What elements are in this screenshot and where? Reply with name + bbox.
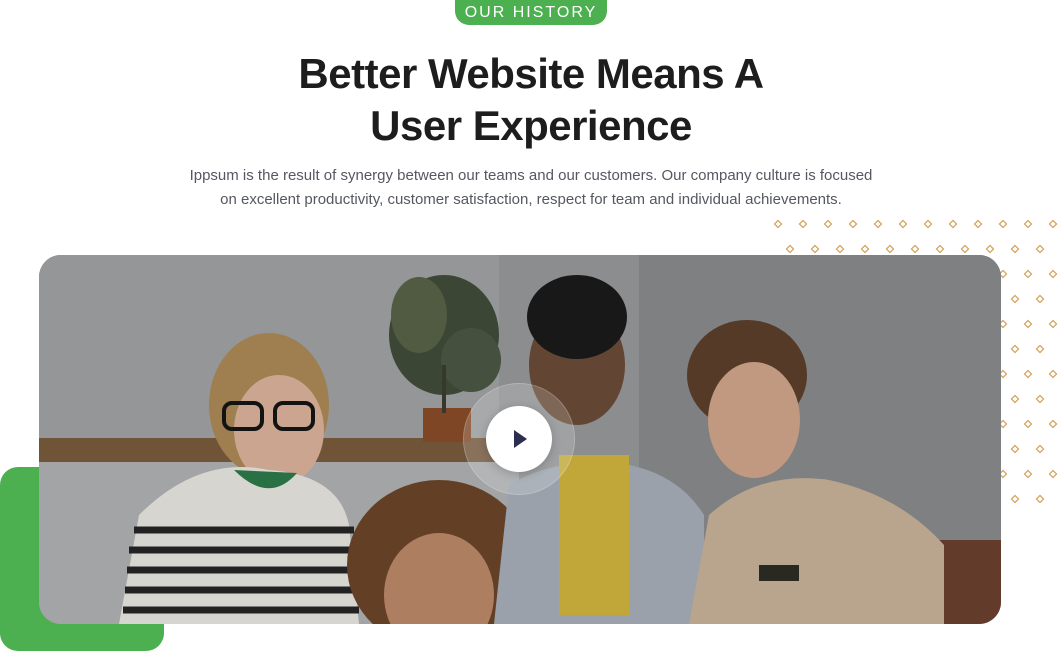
decorative-dot bbox=[1023, 469, 1033, 479]
decorative-dot bbox=[1023, 319, 1033, 329]
decorative-dot bbox=[835, 244, 845, 254]
play-icon bbox=[514, 430, 527, 448]
play-video-button[interactable] bbox=[486, 406, 552, 472]
decorative-dot bbox=[898, 219, 908, 229]
decorative-dot bbox=[1035, 494, 1045, 504]
decorative-dot bbox=[1048, 219, 1058, 229]
decorative-dot bbox=[1048, 269, 1058, 279]
decorative-dot bbox=[935, 244, 945, 254]
section-description-line-2: on excellent productivity, customer sati… bbox=[220, 191, 842, 208]
decorative-dot bbox=[948, 219, 958, 229]
decorative-dot bbox=[1010, 344, 1020, 354]
decorative-dot bbox=[1035, 344, 1045, 354]
decorative-dot bbox=[1035, 444, 1045, 454]
decorative-dot bbox=[1035, 244, 1045, 254]
decorative-dot bbox=[1035, 294, 1045, 304]
decorative-dot bbox=[785, 244, 795, 254]
decorative-dot bbox=[823, 219, 833, 229]
decorative-dot bbox=[1035, 394, 1045, 404]
section-title-line-1: Better Website Means A bbox=[298, 50, 764, 97]
decorative-dot bbox=[860, 244, 870, 254]
decorative-dot bbox=[1023, 219, 1033, 229]
decorative-dot bbox=[1023, 419, 1033, 429]
decorative-dot bbox=[923, 219, 933, 229]
decorative-dot bbox=[960, 244, 970, 254]
section-title-line-2: User Experience bbox=[370, 102, 692, 149]
section-description-line-1: Ippsum is the result of synergy between … bbox=[189, 167, 873, 184]
decorative-dot bbox=[1010, 294, 1020, 304]
decorative-dot bbox=[1048, 319, 1058, 329]
section-badge: OUR HISTORY bbox=[455, 0, 607, 25]
decorative-dot bbox=[998, 219, 1008, 229]
decorative-dot bbox=[1023, 269, 1033, 279]
decorative-dot bbox=[873, 219, 883, 229]
section-description: Ippsum is the result of synergy between … bbox=[160, 164, 902, 212]
decorative-dot bbox=[1048, 369, 1058, 379]
decorative-dot bbox=[985, 244, 995, 254]
decorative-dot bbox=[773, 219, 783, 229]
decorative-dot bbox=[1010, 244, 1020, 254]
decorative-dot bbox=[1010, 444, 1020, 454]
decorative-dot bbox=[1010, 494, 1020, 504]
decorative-dot bbox=[885, 244, 895, 254]
decorative-dot bbox=[1023, 369, 1033, 379]
decorative-dot bbox=[810, 244, 820, 254]
decorative-dot bbox=[848, 219, 858, 229]
decorative-dot bbox=[910, 244, 920, 254]
decorative-dot bbox=[1010, 394, 1020, 404]
section-title: Better Website Means A User Experience bbox=[231, 48, 831, 152]
decorative-dot bbox=[973, 219, 983, 229]
decorative-dot bbox=[798, 219, 808, 229]
page: OUR HISTORY Better Website Means A User … bbox=[0, 0, 1062, 651]
decorative-dot bbox=[1048, 469, 1058, 479]
decorative-dot bbox=[1048, 419, 1058, 429]
